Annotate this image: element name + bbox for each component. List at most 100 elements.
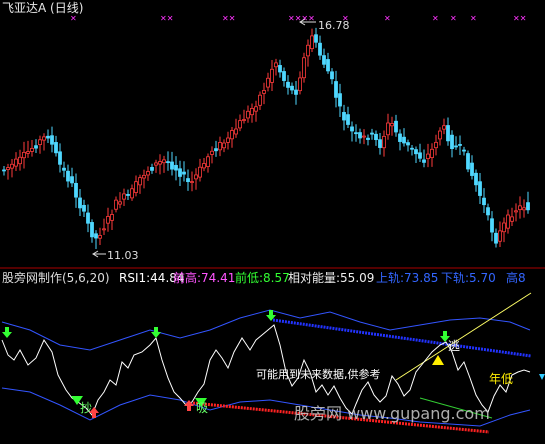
cyan-marker-icon bbox=[539, 374, 545, 380]
upper-trendline bbox=[272, 318, 532, 358]
indicator-name: 股旁网制作(5,6,20) bbox=[2, 271, 110, 285]
year-low-label: 年低 bbox=[489, 372, 513, 386]
candle-body bbox=[278, 65, 282, 73]
candle-body bbox=[102, 228, 106, 231]
candle-body bbox=[406, 142, 410, 146]
candle-body bbox=[434, 141, 438, 149]
x-marker: ✕ bbox=[470, 14, 477, 23]
candle-body bbox=[498, 230, 502, 242]
x-marker: ✕ bbox=[432, 14, 439, 23]
candle-body bbox=[194, 174, 198, 180]
candle-body bbox=[238, 120, 242, 129]
candle-body bbox=[174, 164, 178, 171]
candlestick-series[interactable] bbox=[2, 27, 530, 249]
max-price-label: 16.78 bbox=[318, 19, 350, 32]
candle-body bbox=[6, 167, 10, 171]
candle-body bbox=[290, 85, 294, 91]
candle-body bbox=[254, 106, 258, 112]
x-marker: ✕ bbox=[450, 14, 457, 23]
candle-body bbox=[426, 153, 430, 160]
candle-body bbox=[266, 77, 270, 88]
chart-canvas[interactable]: ✕ ✕✕ ✕✕ ✕✕✕✕ ✕ ✕ ✕ ✕ ✕ ✕✕ 16.78 11.03 逃 … bbox=[0, 0, 545, 444]
candle-body bbox=[358, 132, 362, 139]
candle-body bbox=[98, 235, 102, 239]
candle-body bbox=[454, 145, 458, 148]
upper-rail-value: 上轨:73.85 bbox=[376, 271, 439, 285]
candle-body bbox=[418, 152, 422, 159]
candle-body bbox=[462, 149, 466, 152]
candle-body bbox=[474, 172, 478, 186]
candle-body bbox=[38, 139, 42, 145]
candle-body bbox=[446, 125, 450, 142]
candle-body bbox=[62, 167, 66, 171]
candle-body bbox=[350, 126, 354, 132]
candle-body bbox=[330, 71, 334, 80]
bottom-fish-label: 抄 bbox=[80, 401, 92, 415]
candle-body bbox=[414, 149, 418, 155]
candle-body bbox=[74, 182, 78, 198]
candle-body bbox=[82, 204, 86, 212]
signal-markers: ✕ ✕✕ ✕✕ ✕✕✕✕ ✕ ✕ ✕ ✕ ✕ ✕✕ bbox=[70, 14, 526, 23]
candle-body bbox=[178, 168, 182, 177]
candle-body bbox=[126, 194, 130, 196]
candle-body bbox=[314, 34, 318, 43]
yellow-trendline bbox=[395, 292, 532, 381]
candle-body bbox=[306, 44, 310, 57]
indicator-pane[interactable]: 逃 抄 吸 年低 可能用到未来数据,供参考 股旁网 www.gupang.com bbox=[1, 292, 545, 434]
candle-body bbox=[198, 166, 202, 178]
candle-body bbox=[338, 93, 342, 107]
candle-body bbox=[182, 171, 186, 175]
candle-body bbox=[226, 137, 230, 143]
x-marker: ✕✕ bbox=[160, 14, 173, 23]
candle-body bbox=[90, 222, 94, 238]
candle-body bbox=[510, 216, 514, 222]
candle-body bbox=[478, 181, 482, 196]
candle-body bbox=[502, 222, 506, 233]
candle-body bbox=[322, 55, 326, 65]
candle-body bbox=[378, 139, 382, 148]
candle-body bbox=[202, 163, 206, 169]
candle-body bbox=[166, 161, 170, 164]
lower-rail-value: 下轨:5.70 bbox=[441, 271, 496, 285]
candle-body bbox=[26, 151, 30, 154]
candle-body bbox=[222, 142, 226, 149]
candle-body bbox=[518, 205, 522, 210]
candle-body bbox=[150, 167, 154, 171]
candle-body bbox=[506, 214, 510, 229]
candle-body bbox=[262, 90, 266, 94]
candle-body bbox=[326, 59, 330, 72]
candle-body bbox=[118, 201, 122, 205]
candle-body bbox=[286, 81, 290, 88]
candle-body bbox=[34, 145, 38, 149]
candle-body bbox=[22, 152, 26, 159]
candle-body bbox=[234, 128, 238, 135]
chart-window: 飞亚达A (日线) ✕ ✕✕ ✕✕ ✕✕✕✕ ✕ ✕ ✕ ✕ ✕ ✕✕ 16.78 11.03 bbox=[0, 0, 545, 444]
candle-body bbox=[334, 81, 338, 98]
candle-body bbox=[78, 197, 82, 209]
candle-body bbox=[346, 114, 350, 125]
min-price-annotation: 11.03 bbox=[92, 249, 139, 262]
candle-body bbox=[342, 112, 346, 121]
candle-body bbox=[122, 193, 126, 200]
candle-body bbox=[410, 147, 414, 150]
candle-body bbox=[146, 171, 150, 176]
candle-body bbox=[110, 214, 114, 221]
candle-body bbox=[354, 132, 358, 135]
candle-body bbox=[466, 153, 470, 170]
candle-body bbox=[54, 142, 58, 154]
future-data-notice: 可能用到未来数据,供参考 bbox=[256, 367, 381, 381]
candle-body bbox=[206, 156, 210, 167]
candle-body bbox=[134, 181, 138, 193]
absorb-label: 吸 bbox=[196, 401, 208, 415]
previous-low-value: 前低:8.57 bbox=[235, 271, 290, 285]
candle-body bbox=[230, 130, 234, 140]
candle-body bbox=[270, 68, 274, 83]
candle-body bbox=[46, 135, 50, 139]
sell-signal-icons bbox=[2, 310, 450, 407]
candle-body bbox=[422, 159, 426, 163]
candle-body bbox=[318, 42, 322, 56]
watermark: 股旁网 www.gupang.com bbox=[294, 404, 490, 423]
candle-body bbox=[526, 202, 530, 211]
x-marker: ✕✕ bbox=[513, 14, 526, 23]
candle-body bbox=[430, 148, 434, 158]
